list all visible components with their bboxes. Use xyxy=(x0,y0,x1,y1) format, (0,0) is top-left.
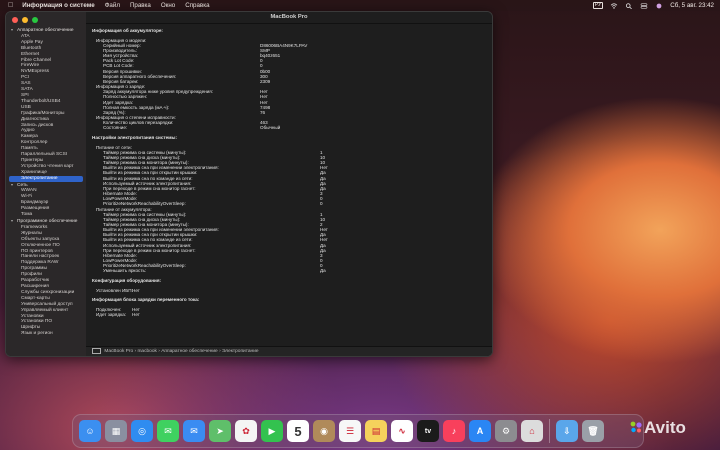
path-computer[interactable]: MacBook Pro xyxy=(104,349,133,354)
sysinfo-icon[interactable]: ⌂ xyxy=(521,420,543,442)
watermark-text: Avito xyxy=(644,418,686,437)
appstore-icon[interactable]: A xyxy=(469,420,491,442)
contacts-icon[interactable]: ◉ xyxy=(313,420,335,442)
trash-icon[interactable]: 🗑 xyxy=(582,420,604,442)
sidebar-item[interactable]: Хранилище xyxy=(6,170,86,176)
row-value: Нет xyxy=(132,287,140,293)
zoom-button[interactable] xyxy=(32,17,38,23)
notes-icon[interactable]: ▤ xyxy=(365,420,387,442)
siri-icon[interactable] xyxy=(655,3,663,9)
maps-icon[interactable]: ➤ xyxy=(209,420,231,442)
search-icon[interactable] xyxy=(625,2,633,9)
sidebar-category-label: Аппаратное обеспечение xyxy=(17,28,74,33)
report-row: Идет зарядка: Нет xyxy=(92,312,492,317)
sidebar: ▾ Аппаратное обеспечение ATA Apple Pay Bluet… xyxy=(6,12,86,356)
row-value: Обычный xyxy=(260,125,281,131)
row-key: Уменьшить яркость: xyxy=(103,268,147,274)
control-center-icon[interactable] xyxy=(640,2,648,9)
close-button[interactable] xyxy=(12,17,18,23)
content-pane: MacBook Pro Информация об аккумуляторе: И… xyxy=(86,12,492,356)
path-separator: › xyxy=(134,349,137,354)
wifi-icon[interactable] xyxy=(610,2,618,9)
report-body: Информация об аккумуляторе: Информация о … xyxy=(86,24,492,317)
reminders-icon[interactable]: ☰ xyxy=(339,420,361,442)
dock-separator xyxy=(549,419,550,443)
mail-icon[interactable]: ✉ xyxy=(183,420,205,442)
menu-edit[interactable]: Правка xyxy=(130,2,151,9)
freeform-icon[interactable]: ∿ xyxy=(391,420,413,442)
section-heading: Конфигурация оборудования: xyxy=(92,278,492,283)
computer-icon xyxy=(92,347,101,354)
sidebar-category-label: Программное обеспечение xyxy=(17,219,78,224)
report-row: Уменьшить яркость: Да xyxy=(92,268,492,273)
row-key: Настройки электропитания системы: xyxy=(92,134,177,140)
system-information-window: ▾ Аппаратное обеспечение ATA Apple Pay Bluet… xyxy=(5,11,493,357)
input-source-indicator[interactable]: РУ xyxy=(592,2,604,9)
report-row: Состояние: Обычный xyxy=(92,125,492,130)
menu-bar:  Информация о системе Файл Правка Окно … xyxy=(0,0,720,11)
safari-icon[interactable]: ◎ xyxy=(131,420,153,442)
dock: ☺ ▦ ◎ ✉ ✉ ➤ ✿ ▶ 5 ◉ ☰ ▤ ∿ tv ♪ A ⚙ ⌂ ⇩ 🗑 xyxy=(72,414,644,448)
row-key: Информация блока зарядки переменного ток… xyxy=(92,297,200,303)
path-user[interactable]: macbook xyxy=(137,349,156,354)
sidebar-category[interactable]: ▾ Аппаратное обеспечение xyxy=(6,27,86,34)
finder-icon[interactable]: ☺ xyxy=(79,420,101,442)
row-key: Установлен ИБП: xyxy=(96,287,133,293)
report-row: Установлен ИБП: Нет xyxy=(92,288,492,293)
appletv-icon[interactable]: tv xyxy=(417,420,439,442)
calendar-icon[interactable]: 5 xyxy=(287,420,309,442)
sidebar-category[interactable]: ▾ Сеть xyxy=(6,182,86,189)
sidebar-item[interactable]: Язык и регион xyxy=(6,331,86,337)
sidebar-category[interactable]: ▾ Программное обеспечение xyxy=(6,218,86,225)
row-key: Идет зарядка: xyxy=(96,312,127,318)
path-bar: MacBook Pro › macbook › Аппаратное обесп… xyxy=(86,346,492,356)
apple-menu-icon[interactable]:  xyxy=(8,2,13,9)
messages-icon[interactable]: ✉ xyxy=(157,420,179,442)
minimize-button[interactable] xyxy=(22,17,28,23)
row-key: Состояние: xyxy=(103,125,128,131)
section-heading: Настройки электропитания системы: xyxy=(92,135,492,140)
music-icon[interactable]: ♪ xyxy=(443,420,465,442)
facetime-icon[interactable]: ▶ xyxy=(261,420,283,442)
row-key: Информация об аккумуляторе: xyxy=(92,28,163,33)
row-key: Конфигурация оборудования: xyxy=(92,278,162,284)
window-title: MacBook Pro xyxy=(86,12,492,24)
launchpad-icon[interactable]: ▦ xyxy=(105,420,127,442)
section-heading: Информация об аккумуляторе: xyxy=(92,28,492,33)
path-item[interactable]: Электропитание xyxy=(222,349,259,354)
path-separator: › xyxy=(158,349,160,354)
window-controls xyxy=(6,12,86,27)
app-menu[interactable]: Информация о системе xyxy=(22,2,94,9)
sidebar-list: ▾ Аппаратное обеспечение ATA Apple Pay Bluet… xyxy=(6,27,86,337)
settings-icon[interactable]: ⚙ xyxy=(495,420,517,442)
menubar-clock[interactable]: Сб, 5 авг. 23:42 xyxy=(670,2,714,9)
row-value: Нет xyxy=(132,312,140,318)
menu-window[interactable]: Окно xyxy=(161,2,175,9)
menu-file[interactable]: Файл xyxy=(105,2,120,9)
avito-watermark: Avito xyxy=(630,418,686,438)
path-separator: › xyxy=(219,349,221,354)
row-value: Да xyxy=(320,268,326,274)
avito-logo-icon xyxy=(630,418,642,433)
downloads-icon[interactable]: ⇩ xyxy=(556,420,578,442)
path-section[interactable]: Аппаратное обеспечение xyxy=(161,349,218,354)
sidebar-category-label: Сеть xyxy=(17,182,28,188)
photos-icon[interactable]: ✿ xyxy=(235,420,257,442)
menu-help[interactable]: Справка xyxy=(185,2,209,9)
section-heading: Информация блока зарядки переменного ток… xyxy=(92,297,492,302)
